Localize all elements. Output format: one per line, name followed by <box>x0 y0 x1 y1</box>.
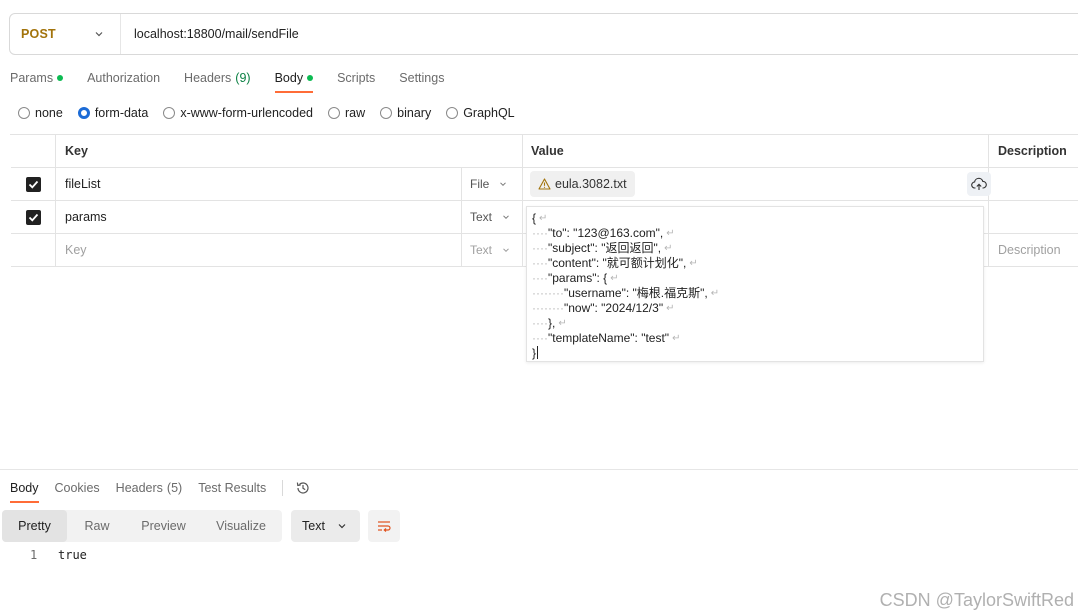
return-icon: ↵ <box>672 333 681 344</box>
resp-tab-body[interactable]: Body <box>10 477 39 503</box>
line-number: 1 <box>30 548 38 562</box>
return-icon: ↵ <box>539 213 548 224</box>
header-key: Key <box>56 135 523 167</box>
return-icon: ↵ <box>666 303 675 314</box>
description-input[interactable] <box>989 201 1078 233</box>
return-icon: ↵ <box>666 228 675 239</box>
chevron-down-icon <box>338 524 346 529</box>
resp-tab-cookies[interactable]: Cookies <box>55 477 100 499</box>
check-icon <box>28 213 38 222</box>
response-view-selector: Pretty Raw Preview Visualize <box>2 510 282 542</box>
view-pretty[interactable]: Pretty <box>2 510 67 542</box>
editor-line: ···· "templateName": "test" ↵ <box>532 331 681 345</box>
request-tabs: Params Authorization Headers (9) Body Scr… <box>10 66 468 93</box>
editor-line: ···· "to": "123@163.com", ↵ <box>532 226 675 240</box>
body-type-radios: none form-data x-www-form-urlencoded raw… <box>18 106 530 120</box>
editor-line: ···· "content": "就可额计划化", ↵ <box>532 256 698 270</box>
row-checkbox[interactable] <box>25 176 41 192</box>
view-raw[interactable]: Raw <box>67 510 127 542</box>
radio-none[interactable]: none <box>18 106 63 120</box>
return-icon: ↵ <box>610 273 619 284</box>
radio-binary[interactable]: binary <box>380 106 431 120</box>
type-select[interactable]: Text <box>462 234 523 266</box>
params-value-editor[interactable]: {↵ ···· "to": "123@163.com", ↵ ···· "subjec… <box>526 206 984 362</box>
view-visualize[interactable]: Visualize <box>200 510 282 542</box>
key-input[interactable]: fileList <box>56 168 462 200</box>
table-header-row: Key Value Description <box>11 135 1078 168</box>
wrap-lines-icon <box>378 521 391 532</box>
tab-headers[interactable]: Headers (9) <box>184 66 251 90</box>
tab-scripts[interactable]: Scripts <box>337 66 375 90</box>
key-input[interactable]: Key <box>56 234 462 266</box>
method-select[interactable]: POST <box>10 14 121 54</box>
response-tabs: Body Cookies Headers (5) Test Results <box>10 477 311 503</box>
editor-line: ····}, ↵ <box>532 316 567 330</box>
chevron-down-icon <box>503 215 509 220</box>
header-description: Description <box>998 144 1067 158</box>
response-line: 1 true <box>30 548 87 562</box>
form-data-table: Key Value Description fileList File eula… <box>10 134 1078 267</box>
editor-line: ········ "now": "2024/12/3" ↵ <box>532 301 675 315</box>
editor-line: ········ "username": "梅根.福克斯", ↵ <box>532 286 720 300</box>
history-icon[interactable] <box>295 480 311 496</box>
type-select[interactable]: Text <box>462 201 523 233</box>
response-text: true <box>58 548 87 562</box>
chevron-down-icon <box>95 32 103 37</box>
upload-cloud-button[interactable] <box>967 172 991 196</box>
tab-settings[interactable]: Settings <box>399 66 444 90</box>
radio-form-data[interactable]: form-data <box>77 106 148 120</box>
value-cell: eula.3082.txt <box>523 168 991 200</box>
watermark: CSDN @TaylorSwiftRed <box>879 590 1074 610</box>
format-select[interactable]: Text <box>291 510 360 542</box>
file-chip[interactable]: eula.3082.txt <box>530 171 635 197</box>
tab-authorization[interactable]: Authorization <box>87 66 160 90</box>
return-icon: ↵ <box>664 243 673 254</box>
description-input[interactable] <box>989 168 1078 200</box>
type-select[interactable]: File <box>462 168 523 200</box>
chevron-down-icon <box>500 182 507 187</box>
description-input[interactable]: Description <box>989 234 1078 266</box>
resp-tab-test-results[interactable]: Test Results <box>198 477 266 499</box>
view-preview[interactable]: Preview <box>127 510 200 542</box>
tab-body[interactable]: Body <box>274 66 314 93</box>
tab-params[interactable]: Params <box>10 66 64 90</box>
table-row: fileList File eula.3082.txt <box>11 168 1078 201</box>
radio-raw[interactable]: raw <box>328 106 365 120</box>
editor-line: {↵ <box>532 211 548 225</box>
file-name: eula.3082.txt <box>555 177 627 191</box>
editor-line: ···· "params": {↵ <box>532 271 619 285</box>
chevron-down-icon <box>503 248 509 253</box>
response-divider <box>0 469 1078 470</box>
key-input[interactable]: params <box>56 201 462 233</box>
editor-line: ···· "subject": "返回返回", ↵ <box>532 241 673 255</box>
row-checkbox[interactable] <box>25 209 41 225</box>
resp-tab-headers[interactable]: Headers (5) <box>116 477 183 499</box>
radio-graphql[interactable]: GraphQL <box>446 106 515 120</box>
header-value: Value <box>523 135 989 167</box>
body-indicator-dot <box>307 75 314 81</box>
method-label: POST <box>21 27 56 41</box>
cloud-upload-icon <box>971 177 987 190</box>
return-icon: ↵ <box>558 318 567 329</box>
text-caret <box>537 346 539 359</box>
tab-separator <box>282 480 284 496</box>
wrap-lines-button[interactable] <box>368 510 400 542</box>
warning-icon <box>538 178 551 190</box>
editor-line: } <box>532 346 539 360</box>
return-icon: ↵ <box>710 288 720 299</box>
url-input[interactable]: localhost:18800/mail/sendFile <box>134 27 299 41</box>
return-icon: ↵ <box>689 258 698 269</box>
url-bar: POST localhost:18800/mail/sendFile <box>9 13 1078 55</box>
check-icon <box>28 180 38 189</box>
params-indicator-dot <box>57 75 64 81</box>
radio-x-www-form-urlencoded[interactable]: x-www-form-urlencoded <box>163 106 313 120</box>
